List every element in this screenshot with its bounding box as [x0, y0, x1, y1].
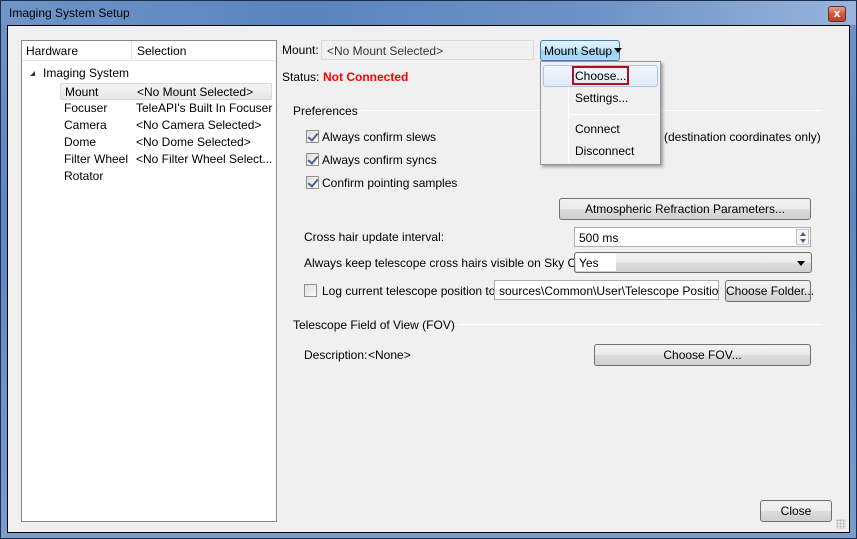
- close-window-button[interactable]: x: [828, 6, 846, 22]
- status-value: Not Connected: [323, 70, 409, 84]
- window-title: Imaging System Setup: [9, 6, 130, 20]
- log-position-checkbox[interactable]: [304, 284, 317, 297]
- menu-item-connect[interactable]: Connect: [543, 118, 658, 140]
- fov-description-value: <None>: [368, 348, 411, 362]
- preferences-title: Preferences: [293, 104, 361, 118]
- dropdown-arrow-icon: [797, 261, 805, 266]
- confirm-syncs-checkbox[interactable]: [306, 153, 319, 166]
- atmospheric-refraction-button[interactable]: Atmospheric Refraction Parameters...: [559, 198, 811, 220]
- confirm-slews-label[interactable]: Always confirm slews: [322, 130, 436, 144]
- menu-item-label: Settings...: [575, 91, 629, 105]
- spinner-buttons[interactable]: [796, 229, 809, 245]
- tree-item-hardware: Filter Wheel: [64, 152, 129, 166]
- status-label: Status:: [282, 70, 320, 84]
- close-icon: x: [833, 7, 841, 20]
- keep-crosshairs-visible-label: Always keep telescope cross hairs visibl…: [304, 256, 601, 270]
- column-header-hardware[interactable]: Hardware: [26, 44, 78, 58]
- menu-separator: [570, 114, 658, 115]
- tree-root-imaging-system[interactable]: Imaging System: [30, 66, 129, 80]
- tree-item-selection: <No Dome Selected>: [136, 135, 251, 149]
- menu-item-settings[interactable]: Settings...: [543, 87, 658, 109]
- tree-item-camera[interactable]: Camera <No Camera Selected>: [60, 117, 272, 134]
- choose-fov-button[interactable]: Choose FOV...: [594, 344, 811, 366]
- tree-item-rotator[interactable]: Rotator: [60, 168, 272, 185]
- crosshair-interval-value: 500 ms: [579, 231, 619, 245]
- tree-item-hardware: Camera: [64, 118, 107, 132]
- tree-item-selection: <No Camera Selected>: [136, 118, 262, 132]
- confirm-pointing-samples-checkbox[interactable]: [306, 176, 319, 189]
- tree-item-dome[interactable]: Dome <No Dome Selected>: [60, 134, 272, 151]
- title-bar[interactable]: Imaging System Setup x: [1, 1, 856, 25]
- column-header-selection[interactable]: Selection: [137, 44, 186, 58]
- crosshair-interval-spinbox[interactable]: 500 ms: [574, 227, 811, 247]
- log-path-field[interactable]: sources\Common\User\Telescope Position.t…: [494, 280, 719, 300]
- crosshair-interval-label: Cross hair update interval:: [304, 230, 445, 244]
- menu-item-label: Disconnect: [575, 144, 635, 158]
- mount-setup-button[interactable]: Mount Setup: [540, 40, 623, 61]
- keep-crosshairs-visible-value: Yes: [576, 254, 616, 271]
- tree-item-hardware: Focuser: [64, 101, 108, 115]
- mount-label: Mount:: [282, 43, 319, 57]
- expand-collapse-icon[interactable]: [30, 71, 35, 76]
- tree-header: Hardware Selection: [22, 41, 276, 61]
- mount-value-field: <No Mount Selected>: [321, 40, 534, 60]
- menu-item-label: Connect: [575, 122, 620, 136]
- confirm-syncs-label[interactable]: Always confirm syncs: [322, 153, 437, 167]
- tree-root-label: Imaging System: [43, 66, 130, 80]
- spin-up-icon[interactable]: [800, 232, 806, 236]
- tree-item-filter-wheel[interactable]: Filter Wheel <No Filter Wheel Select...: [60, 151, 272, 168]
- close-button[interactable]: Close: [760, 500, 832, 522]
- fov-description-label: Description:: [304, 348, 368, 362]
- destination-coords-note: (destination coordinates only): [664, 130, 821, 144]
- tree-item-hardware: Rotator: [64, 169, 104, 183]
- menu-item-disconnect[interactable]: Disconnect: [543, 140, 658, 162]
- tree-item-hardware: Dome: [64, 135, 97, 149]
- tree-item-selection: <No Mount Selected>: [137, 85, 254, 99]
- confirm-slews-checkbox[interactable]: [306, 130, 319, 143]
- dialog-client-area: Hardware Selection Imaging System Mount …: [7, 25, 850, 533]
- choose-folder-button[interactable]: Choose Folder...: [725, 280, 814, 302]
- dropdown-arrow-icon: [614, 48, 623, 53]
- hardware-tree[interactable]: Hardware Selection Imaging System Mount …: [21, 40, 277, 522]
- mount-setup-label: Mount Setup: [544, 44, 613, 58]
- column-divider[interactable]: [131, 41, 132, 61]
- tree-item-focuser[interactable]: Focuser TeleAPI's Built In Focuser: [60, 100, 272, 117]
- confirm-pointing-samples-label[interactable]: Confirm pointing samples: [322, 176, 457, 190]
- tree-item-selection: <No Filter Wheel Select...: [136, 152, 273, 166]
- dialog-window: Imaging System Setup x Hardware Selectio…: [0, 0, 857, 539]
- spin-down-icon[interactable]: [800, 239, 806, 243]
- keep-crosshairs-visible-select[interactable]: Yes: [574, 252, 812, 273]
- log-position-label[interactable]: Log current telescope position to:: [322, 284, 499, 298]
- tree-item-selection: TeleAPI's Built In Focuser: [136, 101, 273, 115]
- tree-item-mount[interactable]: Mount <No Mount Selected>: [60, 83, 272, 100]
- highlight-annotation-box: [572, 66, 629, 85]
- menu-item-choose[interactable]: Choose...: [543, 65, 658, 87]
- mount-setup-menu: Choose... Settings... Connect Disconnect: [540, 61, 661, 165]
- fov-title: Telescope Field of View (FOV): [293, 318, 458, 332]
- tree-item-hardware: Mount: [65, 85, 99, 99]
- resize-grip-icon[interactable]: [836, 519, 846, 529]
